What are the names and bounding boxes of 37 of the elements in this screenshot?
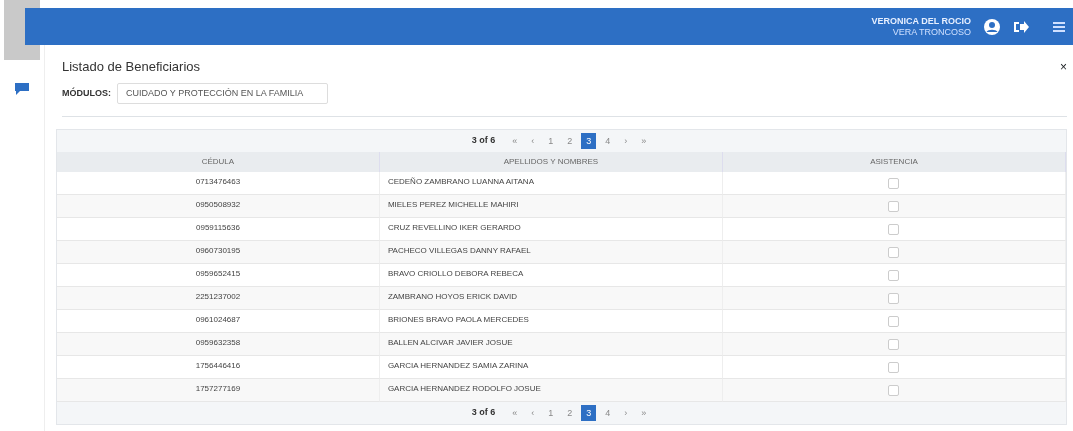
attendance-checkbox[interactable]: [888, 246, 900, 258]
table-cell: GARCIA HERNANDEZ RODOLFO JOSUE: [379, 379, 723, 402]
table-cell: PACHECO VILLEGAS DANNY RAFAEL: [379, 241, 723, 264]
attendance-checkbox[interactable]: [888, 269, 900, 281]
column-header[interactable]: CÉDULA: [57, 152, 380, 172]
logout-icon[interactable]: [1013, 19, 1029, 34]
page-summary: 3 of 6: [471, 406, 496, 420]
module-select[interactable]: CUIDADO Y PROTECCIÓN EN LA FAMILIA: [117, 82, 329, 104]
attendance-checkbox[interactable]: [888, 292, 900, 304]
filter-label: MÓDULOS:: [62, 86, 111, 100]
table-cell: MIELES PEREZ MICHELLE MAHIRI: [379, 195, 723, 218]
column-header[interactable]: ASISTENCIA: [722, 152, 1066, 172]
table-cell: BALLEN ALCIVAR JAVIER JOSUE: [379, 333, 723, 356]
table-cell: 1757277169: [57, 379, 380, 402]
attendance-checkbox[interactable]: [888, 177, 900, 189]
attendance-checkbox[interactable]: [888, 315, 900, 327]
page-summary: 3 of 6: [471, 134, 496, 148]
table-cell: 0950508932: [57, 195, 380, 218]
user-icon[interactable]: [983, 17, 1001, 36]
chat-icon[interactable]: [14, 82, 30, 96]
table-cell: ZAMBRANO HOYOS ERICK DAVID: [379, 287, 723, 310]
attendance-checkbox[interactable]: [888, 338, 900, 350]
attendance-checkbox[interactable]: [888, 384, 900, 396]
close-button[interactable]: ×: [1060, 60, 1067, 73]
column-header[interactable]: APELLIDOS Y NOMBRES: [379, 152, 723, 172]
attendance-checkbox[interactable]: [888, 200, 900, 212]
table-cell: 2251237002: [57, 287, 380, 310]
panel-title: Listado de Beneficiarios: [62, 58, 201, 76]
page-button[interactable]: 3: [581, 405, 597, 421]
menu-icon[interactable]: [1053, 21, 1065, 32]
table-cell: 0959632358: [57, 333, 380, 356]
table-cell: 0960730195: [57, 241, 380, 264]
user-name: VERONICA DEL ROCIO: [871, 16, 971, 27]
page-button[interactable]: 3: [581, 133, 597, 149]
attendance-checkbox[interactable]: [888, 223, 900, 235]
attendance-checkbox[interactable]: [888, 361, 900, 373]
user-surname: VERA TRONCOSO: [891, 26, 971, 37]
